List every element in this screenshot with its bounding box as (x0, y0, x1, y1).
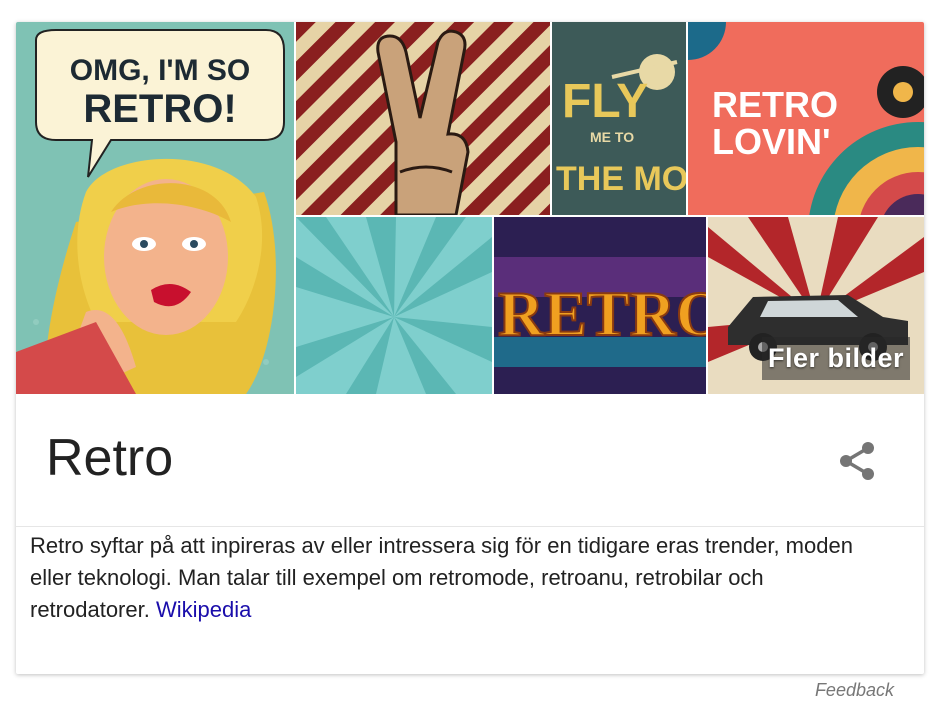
image-grid: OMG, I'M SO RETRO! FLY ME TO THE MO RETR… (16, 22, 924, 394)
entity-title: Retro (46, 429, 174, 487)
image-tile-sunburst[interactable] (296, 217, 492, 394)
image-tile-fly-moon[interactable]: FLY ME TO THE MOON (552, 22, 686, 215)
tile3-caption-line2: ME TO (590, 129, 634, 145)
description-text: Retro syftar på att inpireras av eller i… (30, 533, 853, 622)
tile1-caption-line2: RETRO! (83, 87, 236, 131)
tile4-caption-line1: RETRO (712, 84, 838, 125)
tile3-caption-line1: FLY (562, 75, 648, 128)
image-tile-retro-text[interactable]: RETRO (494, 217, 706, 394)
share-icon (840, 442, 874, 480)
wikipedia-link[interactable]: Wikipedia (156, 597, 251, 622)
tile6-caption: RETRO (498, 278, 706, 349)
feedback-link[interactable]: Feedback (815, 680, 894, 701)
tile3-caption-line3: THE MOON (556, 160, 686, 198)
image-tile-omg-retro[interactable]: OMG, I'M SO RETRO! (16, 22, 294, 394)
image-tile-vintage-car[interactable]: Fler bilder (708, 217, 924, 394)
tile1-caption-line1: OMG, I'M SO (70, 54, 250, 87)
entity-description: Retro syftar på att inpireras av eller i… (30, 530, 880, 626)
more-images-button[interactable]: Fler bilder (761, 337, 910, 380)
image-tile-peace-hand[interactable] (296, 22, 550, 215)
share-button[interactable] (834, 438, 880, 484)
tile4-caption-line2: LOVIN' (712, 121, 831, 162)
image-tile-retro-lovin[interactable]: RETRO LOVIN' (688, 22, 924, 215)
title-row: Retro (16, 394, 924, 527)
